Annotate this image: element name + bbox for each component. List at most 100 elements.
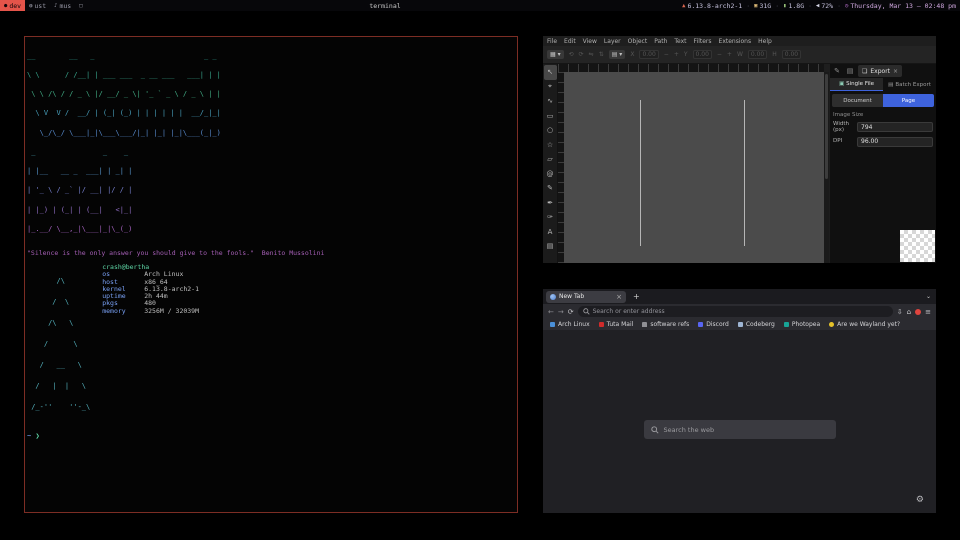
menu-file[interactable]: File [547, 38, 557, 45]
workspace-tag-dev[interactable]: ● dev [0, 0, 25, 11]
w-input[interactable]: 0.00 [748, 50, 767, 59]
recording-indicator-icon[interactable] [915, 309, 921, 315]
x-plus[interactable]: + [674, 51, 679, 58]
text-tool-icon[interactable]: A [544, 225, 557, 240]
x-minus[interactable]: − [664, 51, 669, 58]
w-label: W [737, 51, 743, 58]
new-tab-page: Search the web ⚙ [543, 330, 936, 513]
welcome-ascii-art: __ __ _ _ _ \ \ / /__| | ___ ___ _ __ __… [27, 40, 515, 245]
workspace-tag-misc[interactable]: □ [75, 0, 86, 11]
menu-object[interactable]: Object [628, 38, 648, 45]
menu-path[interactable]: Path [654, 38, 667, 45]
shell-prompt[interactable]: ~ ❯ [27, 432, 515, 440]
flip-horizontal-button[interactable]: ⇋ [589, 51, 594, 58]
codeberg-favicon [738, 322, 743, 327]
forward-button[interactable]: → [558, 308, 564, 316]
dpi-input[interactable]: 96.00 [857, 137, 933, 147]
inkscape-menubar: File Edit View Layer Object Path Text Fi… [543, 36, 936, 46]
export-dock-tab[interactable]: ❏ Export × [858, 65, 902, 77]
selector-tool-icon[interactable]: ↖ [544, 65, 557, 80]
bookmark-tuta-mail[interactable]: Tuta Mail [599, 321, 634, 328]
menu-filters[interactable]: Filters [694, 38, 712, 45]
url-bar[interactable]: Search or enter address [578, 306, 893, 317]
y-input[interactable]: 0.00 [693, 50, 712, 59]
web-search-box[interactable]: Search the web [644, 420, 836, 439]
dock-tool-icon[interactable]: ✎ [832, 67, 842, 75]
horizontal-ruler [558, 64, 824, 72]
menu-text[interactable]: Text [674, 38, 686, 45]
bookmark-discord[interactable]: Discord [698, 321, 729, 328]
bookmark-folder-software-refs[interactable]: software refs [642, 321, 689, 328]
menu-icon[interactable]: ≡ [925, 308, 931, 316]
clock-icon: ◷ [845, 3, 848, 9]
batch-export-tab[interactable]: ▤ Batch Export [883, 78, 936, 91]
x-input[interactable]: 0.00 [639, 50, 658, 59]
menu-help[interactable]: Help [758, 38, 772, 45]
new-tab-button[interactable]: + [633, 292, 640, 301]
bookmark-photopea[interactable]: Photopea [784, 321, 820, 328]
single-file-tab[interactable]: ▣ Single File [830, 78, 883, 91]
rotate-ccw-button[interactable]: ⟲ [569, 51, 574, 58]
bookmark-arch-linux[interactable]: Arch Linux [550, 321, 590, 328]
page-button[interactable]: Page [883, 94, 934, 107]
y-plus[interactable]: + [727, 51, 732, 58]
selection-mode-button[interactable]: ▦ ▾ [547, 50, 564, 59]
spiral-tool-icon[interactable]: @ [544, 167, 557, 182]
page-settings-gear-icon[interactable]: ⚙ [916, 495, 924, 505]
menu-view[interactable]: View [583, 38, 597, 45]
width-input[interactable]: 794 [857, 122, 933, 132]
disk-icon: ▣ [754, 3, 757, 9]
dpi-label: DPI [833, 138, 855, 144]
shape-builder-tool-icon[interactable]: ∿ [544, 94, 557, 109]
fetch-row-memory: memory3256M / 32039M [102, 308, 199, 315]
list-tabs-chevron-icon[interactable]: ⌄ [926, 293, 931, 300]
menu-edit[interactable]: Edit [564, 38, 576, 45]
export-area-segment: Document Page [832, 94, 934, 107]
memory-module: ▮ 1.8G [783, 2, 804, 10]
export-tab-close-icon[interactable]: × [893, 68, 898, 75]
export-panel: ✎ ▤ ❏ Export × ▣ Single File ▤ Batch Exp… [830, 64, 936, 263]
canvas-scrollbar[interactable] [824, 72, 829, 263]
browser-tab-new-tab[interactable]: New Tab × [546, 291, 626, 303]
back-button[interactable]: ← [548, 308, 554, 316]
ellipse-tool-icon[interactable]: ○ [544, 123, 557, 138]
width-field-row: Width (px) 794 [833, 121, 933, 134]
bookmark-codeberg[interactable]: Codeberg [738, 321, 775, 328]
globe-icon [550, 294, 556, 300]
flip-vertical-button[interactable]: ⇅ [599, 51, 604, 58]
document-button[interactable]: Document [832, 94, 883, 107]
quote-line: "Silence is the only answer you should g… [27, 249, 515, 257]
home-icon[interactable]: ⌂ [907, 308, 911, 316]
workspace-tag-mus[interactable]: ♪ mus [50, 0, 75, 11]
bookmark-are-we-wayland-yet[interactable]: Are we Wayland yet? [829, 321, 900, 328]
tab-close-icon[interactable]: × [616, 293, 622, 301]
mus-tag-icon: ♪ [54, 3, 57, 9]
downloads-icon[interactable]: ⇩ [897, 308, 903, 316]
inkscape-window: File Edit View Layer Object Path Text Fi… [543, 36, 936, 263]
wayland-favicon [829, 322, 834, 327]
pencil-tool-icon[interactable]: ✎ [544, 181, 557, 196]
align-button[interactable]: ▤ ▾ [609, 50, 626, 59]
dev-tag-icon: ● [4, 3, 7, 9]
photopea-favicon [784, 322, 789, 327]
h-input[interactable]: 0.00 [782, 50, 801, 59]
calligraphy-tool-icon[interactable]: ✑ [544, 210, 557, 225]
scrollbar-thumb[interactable] [825, 74, 828, 179]
menu-layer[interactable]: Layer [604, 38, 621, 45]
star-tool-icon[interactable]: ☆ [544, 138, 557, 153]
menu-extensions[interactable]: Extensions [719, 38, 752, 45]
rotate-cw-button[interactable]: ⟳ [579, 51, 584, 58]
box3d-tool-icon[interactable]: ▱ [544, 152, 557, 167]
pen-tool-icon[interactable]: ✒ [544, 196, 557, 211]
rectangle-tool-icon[interactable]: ▭ [544, 109, 557, 124]
dock-layers-icon[interactable]: ▤ [845, 67, 855, 75]
terminal-window[interactable]: __ __ _ _ _ \ \ / /__| | ___ ___ _ __ __… [24, 36, 518, 513]
node-tool-icon[interactable]: ⌖ [544, 80, 557, 95]
reload-button[interactable]: ⟳ [568, 308, 574, 316]
workspace-tag-ust[interactable]: ◍ ust [25, 0, 50, 11]
y-minus[interactable]: − [717, 51, 722, 58]
page-border-left [640, 100, 641, 246]
single-file-icon: ▣ [839, 81, 844, 87]
gradient-tool-icon[interactable]: ▤ [544, 239, 557, 254]
inkscape-canvas[interactable] [564, 72, 824, 263]
